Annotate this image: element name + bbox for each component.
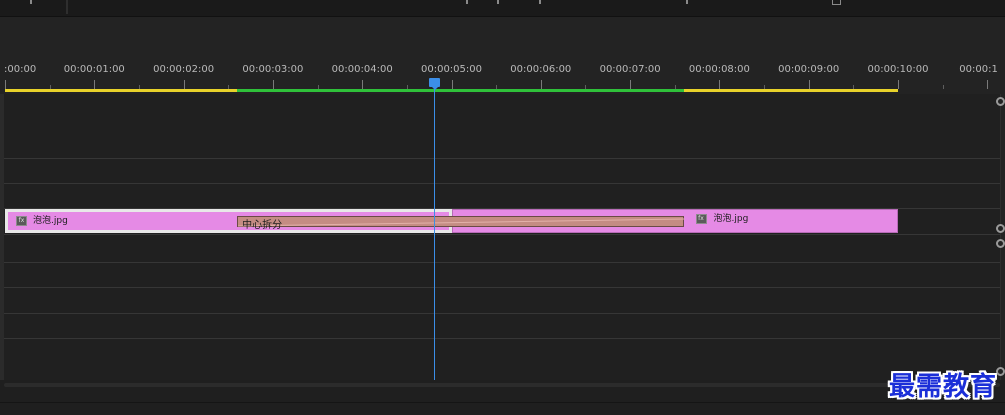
fx-badge-icon[interactable]: fx — [695, 214, 707, 224]
transition-curve — [238, 218, 685, 227]
ruler-tick — [272, 80, 274, 89]
watermark-logo: 最需教育 — [888, 372, 997, 402]
ruler-tick — [183, 80, 185, 89]
playhead-line[interactable] — [433, 86, 435, 380]
transition-label: 中心拆分 — [242, 220, 283, 231]
ruler-tick — [808, 80, 810, 89]
ruler-timecode: 00:00:01:00 — [63, 64, 125, 75]
time-ruler[interactable]: :00:00 00:00:01:00 00:00:02:00 00:00:03:00 0… — [0, 61, 1000, 94]
top-bar-tick-icon — [30, 0, 32, 4]
track-divider — [4, 183, 1000, 184]
horizontal-scrollbar[interactable] — [0, 380, 1005, 415]
top-bar-tick-icon — [466, 0, 468, 4]
ruler-timecode: 00:00:02:00 — [153, 64, 215, 75]
fx-badge-icon[interactable]: fx — [16, 216, 27, 226]
transition-clip[interactable]: 中心拆分 — [237, 216, 685, 231]
top-bar-tick-icon — [686, 0, 688, 4]
marker-icon[interactable] — [832, 0, 841, 5]
ruler-tick — [630, 80, 632, 89]
ruler-timecode: 00:00:09:00 — [778, 64, 840, 75]
playhead-handle-icon[interactable] — [428, 78, 440, 90]
track-divider — [4, 158, 1000, 159]
work-area-bar[interactable] — [683, 89, 898, 92]
ruler-tick — [987, 80, 989, 89]
panel-top-bar — [0, 0, 1005, 17]
ruler-tick — [5, 80, 6, 89]
vertical-zoom-handle-mid[interactable] — [996, 224, 1005, 233]
ruler-tick — [942, 85, 944, 89]
ruler-timecode: :00:00 — [4, 64, 37, 75]
ruler-timecode: 00:00:10:00 — [867, 64, 929, 75]
ruler-timecode: 00:00:04:00 — [331, 64, 393, 75]
top-bar-separator — [66, 0, 68, 14]
scrollbar-track[interactable] — [4, 383, 1000, 387]
ruler-tick — [362, 80, 364, 89]
clip-name: 泡泡.jpg — [33, 216, 68, 226]
ruler-timecode: 00:00:03:00 — [242, 64, 304, 75]
work-area-bar[interactable] — [5, 89, 238, 92]
track-divider — [4, 234, 1000, 235]
ruler-timecode: 00:00:08:00 — [688, 64, 750, 75]
track-divider — [4, 287, 1000, 288]
vertical-zoom-handle-top[interactable] — [996, 97, 1005, 106]
ruler-tick — [898, 80, 899, 89]
track-divider — [4, 262, 1000, 263]
right-border — [1000, 94, 1001, 380]
ruler-timecode: 00:00:06:00 — [510, 64, 572, 75]
ruler-timecode: 00:00:05:00 — [420, 64, 483, 75]
ruler-tick — [719, 80, 721, 89]
ruler-tick — [451, 80, 453, 89]
top-bar-tick-icon — [497, 0, 499, 4]
work-area-bar[interactable] — [237, 89, 684, 92]
ruler-timecode: 00:00:07:00 — [599, 64, 661, 75]
panel-bottom-border — [0, 402, 1005, 403]
vertical-zoom-handle-low[interactable] — [996, 239, 1005, 248]
vertical-zoom-handle-bottom[interactable] — [996, 367, 1005, 376]
track-divider — [4, 313, 1000, 314]
ruler-tick — [94, 80, 96, 89]
ruler-timecode: 00:00:1 — [959, 64, 998, 75]
clip-name: 泡泡.jpg — [713, 214, 749, 224]
track-divider — [4, 338, 1000, 339]
ruler-tick — [540, 80, 542, 89]
top-bar-tick-icon — [539, 0, 541, 4]
timeline-header — [0, 17, 1005, 61]
timeline-tracks[interactable] — [4, 94, 1000, 380]
